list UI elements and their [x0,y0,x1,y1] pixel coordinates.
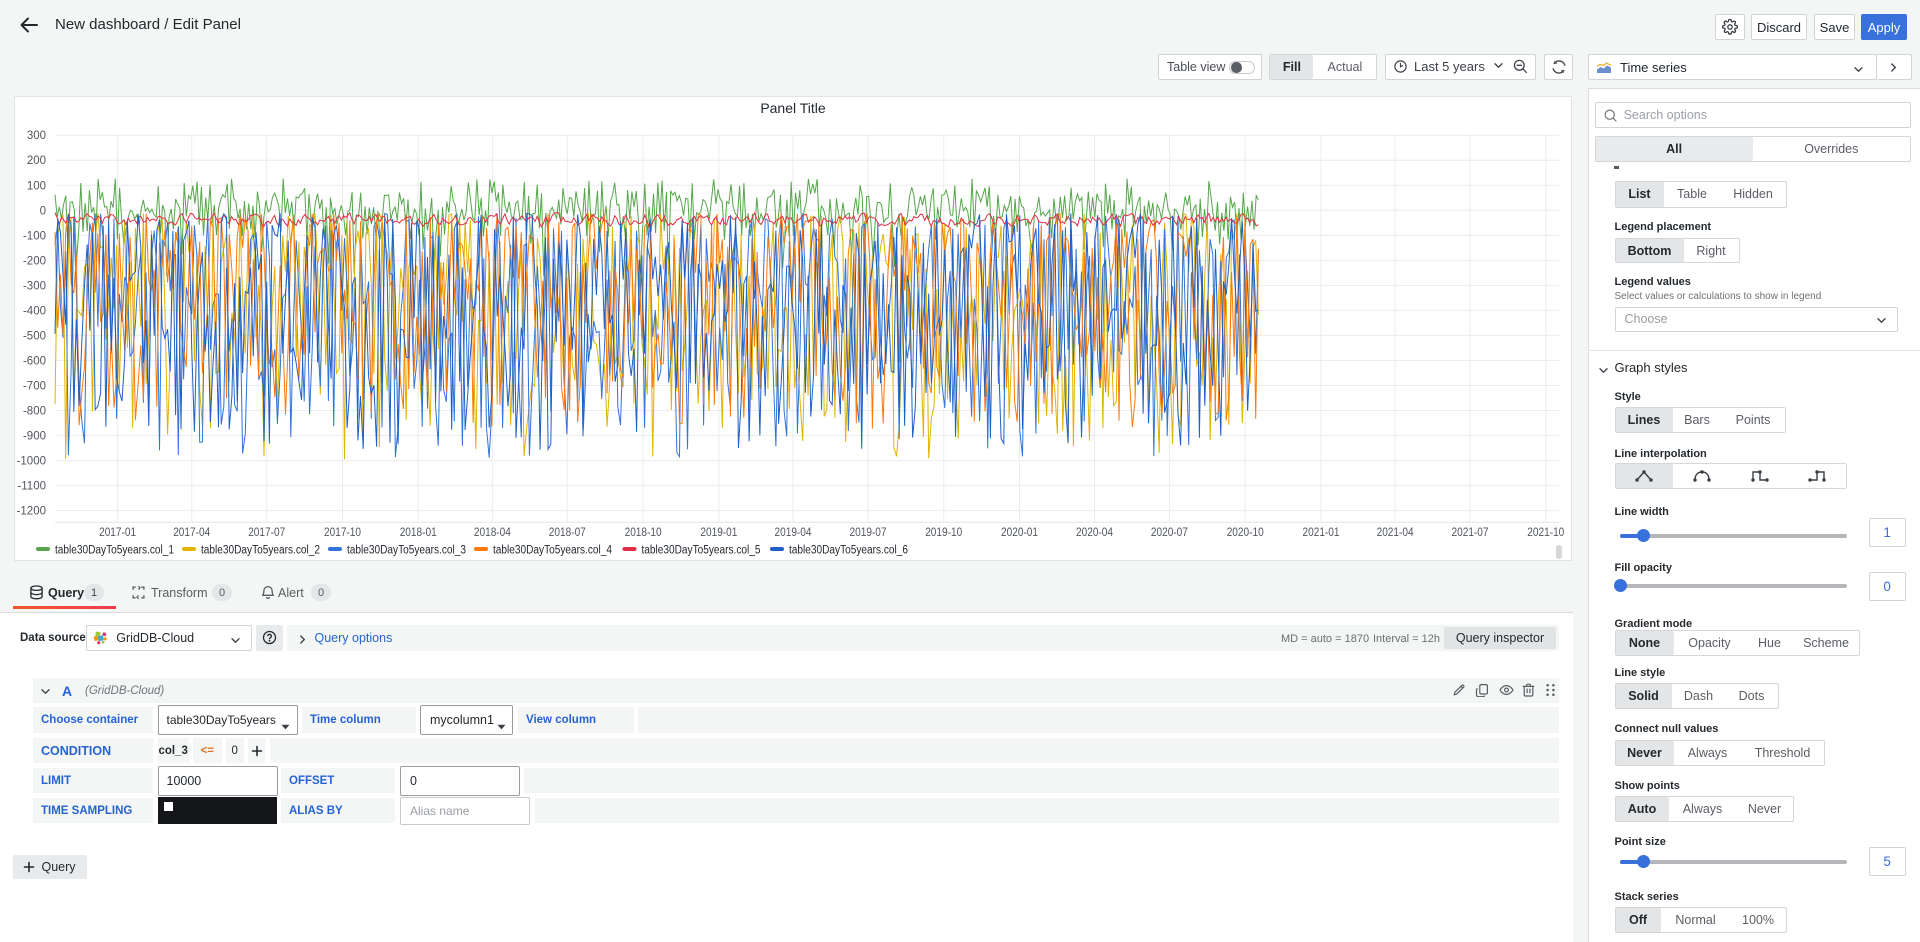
svg-text:2019-04: 2019-04 [775,527,813,539]
svg-text:table30DayTo5years.col_5: table30DayTo5years.col_5 [642,545,761,557]
svg-text:2020-10: 2020-10 [1227,527,1264,539]
svg-text:-1100: -1100 [17,481,46,493]
svg-text:-100: -100 [23,230,46,242]
svg-text:0: 0 [40,205,46,217]
svg-text:-800: -800 [23,406,46,418]
svg-text:-500: -500 [23,330,46,342]
svg-text:-300: -300 [23,280,46,292]
svg-text:2018-07: 2018-07 [549,527,586,539]
svg-text:300: 300 [27,130,46,142]
svg-text:table30DayTo5years.col_3: table30DayTo5years.col_3 [347,545,466,557]
svg-text:2021-04: 2021-04 [1377,527,1415,539]
svg-text:-1000: -1000 [17,456,46,468]
svg-text:2020-01: 2020-01 [1001,527,1038,539]
svg-text:table30DayTo5years.col_2: table30DayTo5years.col_2 [201,545,320,557]
svg-text:2019-10: 2019-10 [925,527,962,539]
svg-text:2020-07: 2020-07 [1151,527,1188,539]
svg-text:200: 200 [27,155,46,167]
svg-text:table30DayTo5years.col_1: table30DayTo5years.col_1 [55,545,174,557]
svg-text:2019-01: 2019-01 [700,527,737,539]
svg-text:-400: -400 [23,305,46,317]
svg-text:2018-04: 2018-04 [474,527,512,539]
svg-text:-600: -600 [23,356,46,368]
svg-text:2021-01: 2021-01 [1303,527,1340,539]
svg-text:2017-01: 2017-01 [99,527,136,539]
svg-text:-700: -700 [23,381,46,393]
svg-text:-900: -900 [23,431,46,443]
svg-text:2019-07: 2019-07 [850,527,887,539]
svg-text:2018-10: 2018-10 [625,527,662,539]
svg-text:2020-04: 2020-04 [1076,527,1114,539]
svg-text:table30DayTo5years.col_6: table30DayTo5years.col_6 [789,545,908,557]
svg-text:2017-04: 2017-04 [173,527,211,539]
svg-text:2021-10: 2021-10 [1527,527,1564,539]
svg-text:-1200: -1200 [17,506,46,518]
svg-text:100: 100 [27,180,46,192]
svg-text:table30DayTo5years.col_4: table30DayTo5years.col_4 [493,545,613,557]
svg-text:Panel Title: Panel Title [760,100,826,116]
svg-text:2021-07: 2021-07 [1452,527,1489,539]
svg-text:-200: -200 [23,255,46,267]
svg-text:2017-10: 2017-10 [324,527,361,539]
svg-text:2017-07: 2017-07 [248,527,285,539]
svg-text:2018-01: 2018-01 [400,527,437,539]
